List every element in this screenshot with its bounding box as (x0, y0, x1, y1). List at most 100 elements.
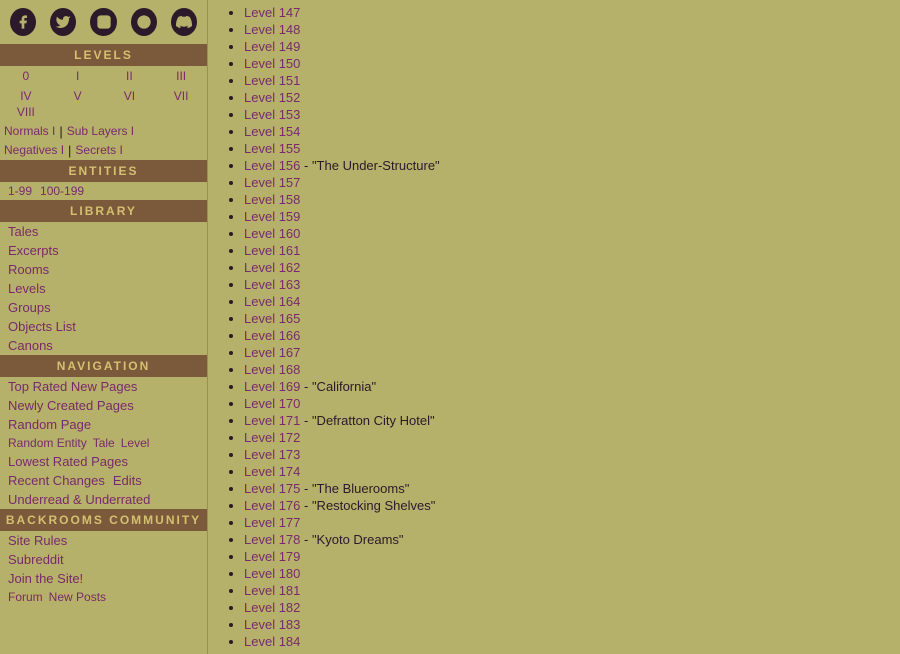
level-182-link[interactable]: Level 182 (244, 600, 300, 615)
level-173-link[interactable]: Level 173 (244, 447, 300, 462)
level-162-link[interactable]: Level 162 (244, 260, 300, 275)
level-VIII-link[interactable]: VIII (0, 104, 52, 120)
level-I-link[interactable]: I (52, 68, 104, 84)
level-178-link[interactable]: Level 178 (244, 532, 300, 547)
level-0-link[interactable]: 0 (0, 68, 52, 84)
list-item: Level 163 (244, 276, 884, 293)
list-item: Level 159 (244, 208, 884, 225)
level-160-link[interactable]: Level 160 (244, 226, 300, 241)
library-levels-link[interactable]: Levels (0, 279, 207, 298)
list-item: Level 169 - "California" (244, 378, 884, 395)
level-184-link[interactable]: Level 184 (244, 634, 300, 649)
list-item: Level 154 (244, 123, 884, 140)
facebook-icon[interactable] (10, 8, 36, 36)
level-167-link[interactable]: Level 167 (244, 345, 300, 360)
list-item: Level 158 (244, 191, 884, 208)
entities-header: ENTITIES (0, 160, 207, 182)
level-157-link[interactable]: Level 157 (244, 175, 300, 190)
normals-I-link[interactable]: Normals I (4, 124, 55, 139)
level-VI-link[interactable]: VI (104, 88, 156, 104)
edits-link[interactable]: Edits (113, 473, 142, 488)
level-179-link[interactable]: Level 179 (244, 549, 300, 564)
random-tale-link[interactable]: Tale (93, 436, 115, 450)
nav-inline-row: Random Entity Tale Level (0, 434, 207, 452)
forum-link[interactable]: Forum (8, 590, 43, 604)
sublayers-I-link[interactable]: Sub Layers I (67, 124, 134, 139)
level-161-link[interactable]: Level 161 (244, 243, 300, 258)
level-163-link[interactable]: Level 163 (244, 277, 300, 292)
level-153-link[interactable]: Level 153 (244, 107, 300, 122)
level-165-link[interactable]: Level 165 (244, 311, 300, 326)
random-entity-link[interactable]: Random Entity (8, 436, 87, 450)
level-176-link[interactable]: Level 176 (244, 498, 300, 513)
level-171-link[interactable]: Level 171 (244, 413, 300, 428)
community-header: BACKROOMS COMMUNITY (0, 509, 207, 531)
random-level-link[interactable]: Level (121, 436, 150, 450)
level-154-link[interactable]: Level 154 (244, 124, 300, 139)
subreddit-link[interactable]: Subreddit (0, 550, 207, 569)
lowest-rated-link[interactable]: Lowest Rated Pages (0, 452, 207, 471)
level-III-link[interactable]: III (155, 68, 207, 84)
recent-changes-link[interactable]: Recent Changes (8, 473, 105, 488)
list-item: Level 153 (244, 106, 884, 123)
negatives-I-link[interactable]: Negatives I (4, 143, 64, 158)
library-groups-link[interactable]: Groups (0, 298, 207, 317)
level-169-link[interactable]: Level 169 (244, 379, 300, 394)
level-172-link[interactable]: Level 172 (244, 430, 300, 445)
discord-icon[interactable] (171, 8, 197, 36)
new-posts-link[interactable]: New Posts (49, 590, 106, 604)
instagram-icon[interactable] (90, 8, 116, 36)
level-148-link[interactable]: Level 148 (244, 22, 300, 37)
entities-100-199-link[interactable]: 100-199 (40, 184, 84, 198)
level-150-link[interactable]: Level 150 (244, 56, 300, 71)
library-rooms-link[interactable]: Rooms (0, 260, 207, 279)
level-164-link[interactable]: Level 164 (244, 294, 300, 309)
level-149-link[interactable]: Level 149 (244, 39, 300, 54)
level-181-link[interactable]: Level 181 (244, 583, 300, 598)
level-177-link[interactable]: Level 177 (244, 515, 300, 530)
list-item: Level 164 (244, 293, 884, 310)
main-content: Level 147 Level 148 Level 149 Level 150 Leve… (208, 0, 900, 654)
underread-link[interactable]: Underread & Underrated (0, 490, 207, 509)
list-item: Level 173 (244, 446, 884, 463)
library-objects-link[interactable]: Objects List (0, 317, 207, 336)
newly-created-link[interactable]: Newly Created Pages (0, 396, 207, 415)
level-147-link[interactable]: Level 147 (244, 5, 300, 20)
level-170-link[interactable]: Level 170 (244, 396, 300, 411)
level-152-link[interactable]: Level 152 (244, 90, 300, 105)
level-V-link[interactable]: V (52, 88, 104, 104)
level-156-link[interactable]: Level 156 (244, 158, 300, 173)
level-II-link[interactable]: II (104, 68, 156, 84)
level-183-link[interactable]: Level 183 (244, 617, 300, 632)
list-item: Level 151 (244, 72, 884, 89)
list-item: Level 155 (244, 140, 884, 157)
random-page-link[interactable]: Random Page (0, 415, 207, 434)
library-excerpts-link[interactable]: Excerpts (0, 241, 207, 260)
level-175-link[interactable]: Level 175 (244, 481, 300, 496)
top-rated-link[interactable]: Top Rated New Pages (0, 377, 207, 396)
secrets-I-link[interactable]: Secrets I (75, 143, 122, 158)
level-VII-link[interactable]: VII (155, 88, 207, 104)
site-rules-link[interactable]: Site Rules (0, 531, 207, 550)
list-item: Level 167 (244, 344, 884, 361)
level-168-link[interactable]: Level 168 (244, 362, 300, 377)
level-174-link[interactable]: Level 174 (244, 464, 300, 479)
reddit-icon[interactable] (131, 8, 157, 36)
level-IV-link[interactable]: IV (0, 88, 52, 104)
library-canons-link[interactable]: Canons (0, 336, 207, 355)
list-item: Level 157 (244, 174, 884, 191)
level-158-link[interactable]: Level 158 (244, 192, 300, 207)
level-166-link[interactable]: Level 166 (244, 328, 300, 343)
list-item: Level 184 (244, 633, 884, 650)
entities-1-99-link[interactable]: 1-99 (8, 184, 32, 198)
twitter-icon[interactable] (50, 8, 76, 36)
list-item: Level 150 (244, 55, 884, 72)
list-item: Level 177 (244, 514, 884, 531)
level-180-link[interactable]: Level 180 (244, 566, 300, 581)
library-tales-link[interactable]: Tales (0, 222, 207, 241)
join-site-link[interactable]: Join the Site! (0, 569, 207, 588)
level-151-link[interactable]: Level 151 (244, 73, 300, 88)
level-155-link[interactable]: Level 155 (244, 141, 300, 156)
level-159-link[interactable]: Level 159 (244, 209, 300, 224)
list-item: Level 165 (244, 310, 884, 327)
